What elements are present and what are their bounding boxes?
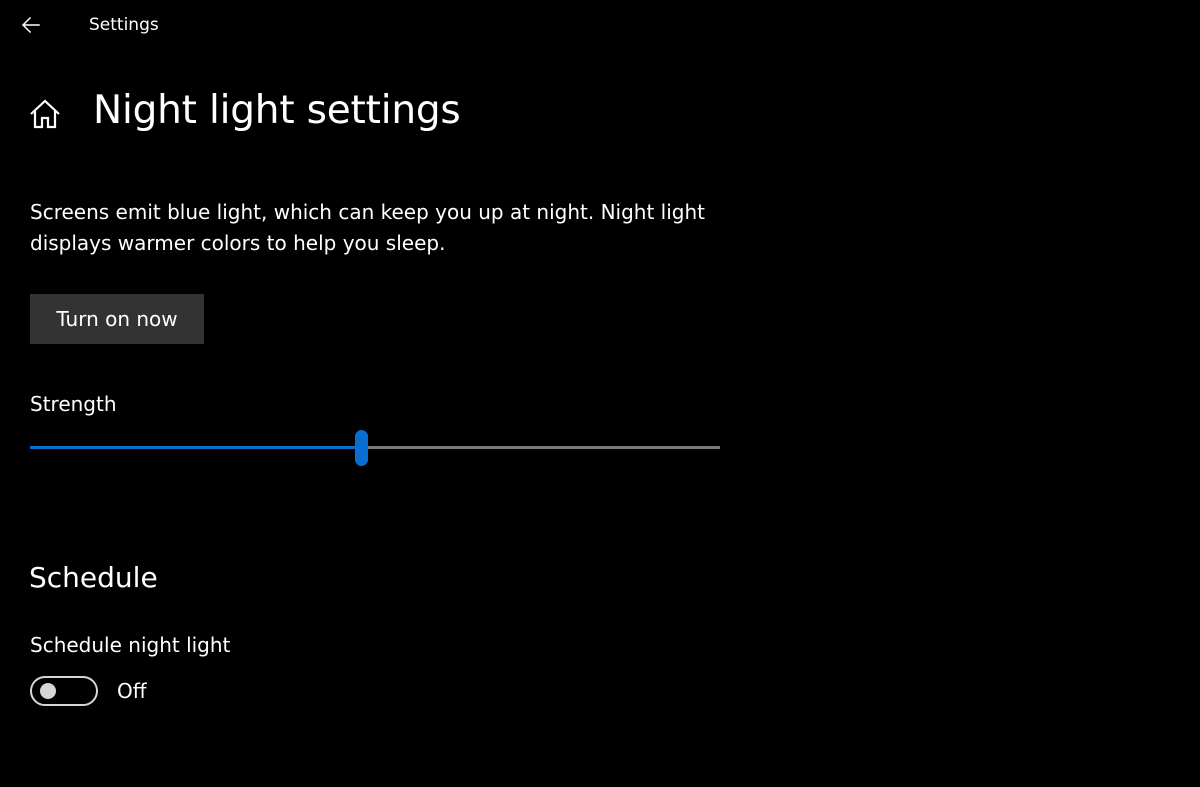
strength-slider[interactable] [30, 428, 720, 468]
toggle-knob [40, 683, 56, 699]
strength-label: Strength [30, 392, 117, 416]
toggle-state-label: Off [117, 679, 147, 703]
back-button[interactable] [12, 6, 50, 44]
back-arrow-icon [21, 16, 40, 34]
slider-fill [30, 446, 361, 449]
title-bar: Settings [0, 0, 1200, 50]
settings-window: Settings Night light settings Screens em… [0, 0, 1200, 787]
description-text: Screens emit blue light, which can keep … [30, 200, 706, 255]
page-title: Night light settings [93, 88, 461, 133]
app-title: Settings [89, 15, 159, 35]
turn-on-now-button[interactable]: Turn on now [30, 294, 204, 344]
schedule-night-light-toggle[interactable] [30, 676, 98, 706]
schedule-night-light-label: Schedule night light [30, 633, 231, 657]
schedule-heading: Schedule [29, 561, 158, 594]
slider-thumb[interactable] [355, 430, 368, 466]
home-icon[interactable] [28, 97, 62, 131]
